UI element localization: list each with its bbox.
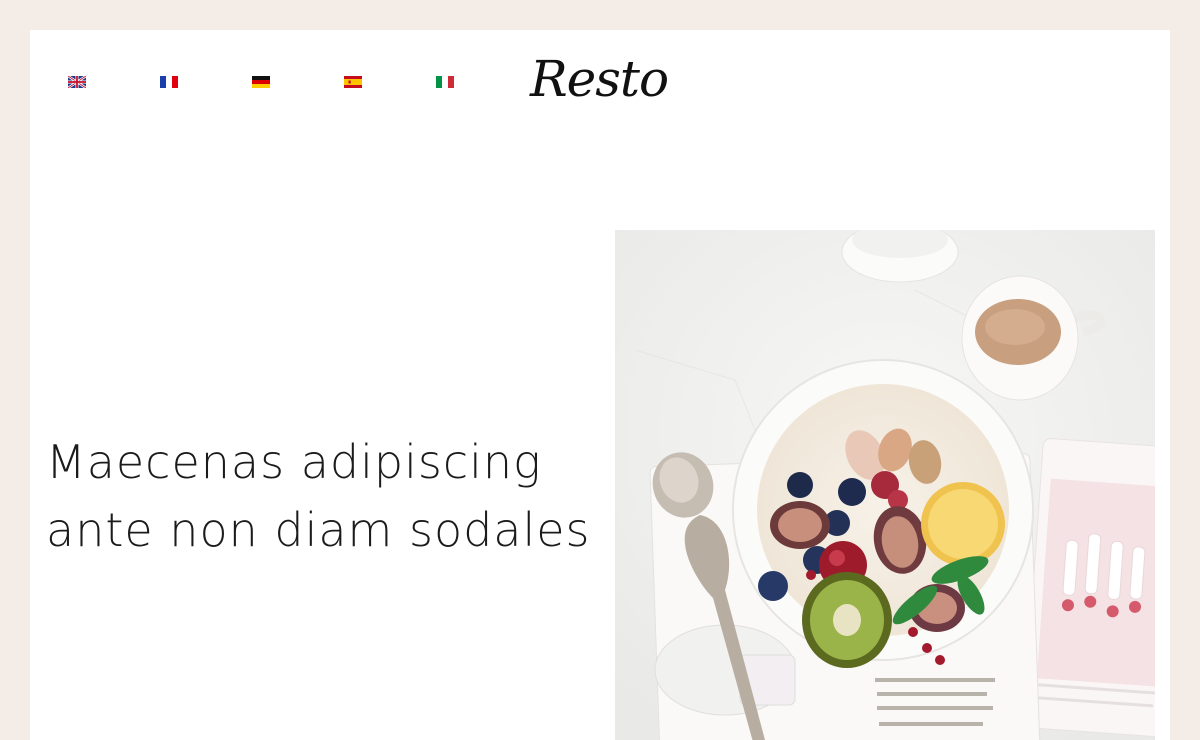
hero-title: Maecenas adipiscing ante non diam sodale… — [46, 428, 606, 564]
france-flag-icon[interactable] — [160, 76, 178, 88]
hero-title-line-1: Maecenas adipiscing — [46, 435, 542, 489]
spain-flag-icon[interactable] — [344, 76, 362, 88]
page-container: Resto Maecenas adipiscing ante non diam … — [30, 30, 1170, 740]
breakfast-bowl-photo — [615, 230, 1155, 740]
hero-title-line-2: ante non diam sodales — [46, 503, 591, 557]
site-logo[interactable]: Resto — [530, 44, 669, 114]
italy-flag-icon[interactable] — [436, 76, 454, 88]
germany-flag-icon[interactable] — [252, 76, 270, 88]
uk-flag-icon[interactable] — [68, 76, 86, 88]
